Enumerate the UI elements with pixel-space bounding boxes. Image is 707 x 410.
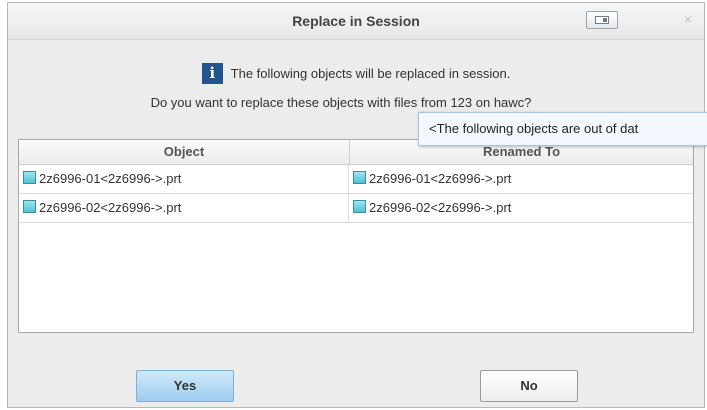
tooltip: <The following objects are out of dat <box>418 112 707 146</box>
object-name: 2z6996-02<2z6996->.prt <box>39 200 182 215</box>
dock-window-icon <box>595 16 609 24</box>
no-button[interactable]: No <box>480 370 578 402</box>
renamed-name: 2z6996-01<2z6996->.prt <box>369 171 512 186</box>
part-file-icon <box>23 200 36 213</box>
part-file-icon <box>353 171 366 184</box>
renamed-cell[interactable]: 2z6996-02<2z6996->.prt <box>353 194 688 222</box>
object-name: 2z6996-01<2z6996->.prt <box>39 171 182 186</box>
object-cell[interactable]: 2z6996-01<2z6996->.prt <box>23 165 349 193</box>
replace-in-session-dialog: Replace in Session × i The following obje… <box>7 2 705 408</box>
table-row[interactable]: 2z6996-02<2z6996->.prt 2z6996-02<2z6996-… <box>19 194 693 223</box>
info-icon: i <box>201 63 223 84</box>
object-cell[interactable]: 2z6996-02<2z6996->.prt <box>23 194 349 222</box>
close-icon[interactable]: × <box>680 11 696 27</box>
objects-table: Object Renamed To 2z6996-01<2z6996->.prt… <box>18 139 694 333</box>
message-text-1: The following objects will be replaced i… <box>230 66 511 81</box>
column-header-object[interactable]: Object <box>19 140 350 164</box>
part-file-icon <box>353 200 366 213</box>
message-line-1: i The following objects will be replaced … <box>8 63 704 87</box>
title-bar[interactable]: Replace in Session × <box>8 3 704 40</box>
message-line-2: Do you want to replace these objects wit… <box>150 95 532 110</box>
part-file-icon <box>23 171 36 184</box>
dock-window-button[interactable] <box>586 11 618 29</box>
yes-button[interactable]: Yes <box>136 370 234 402</box>
renamed-cell[interactable]: 2z6996-01<2z6996->.prt <box>353 165 688 193</box>
table-row[interactable]: 2z6996-01<2z6996->.prt 2z6996-01<2z6996-… <box>19 165 693 194</box>
renamed-name: 2z6996-02<2z6996->.prt <box>369 200 512 215</box>
